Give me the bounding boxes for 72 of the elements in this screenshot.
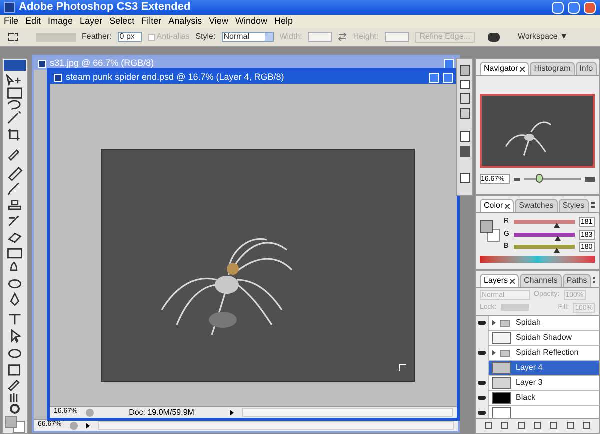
panel-tab[interactable]: Swatches — [515, 199, 558, 212]
close-button[interactable] — [584, 2, 596, 14]
close-icon[interactable] — [505, 204, 510, 208]
panel-tab[interactable]: Histogram — [530, 62, 575, 75]
menu-item[interactable]: Image — [48, 14, 74, 28]
horizontal-scrollbar[interactable] — [98, 421, 454, 430]
panel-tab[interactable]: Color — [480, 199, 514, 212]
workspace-button[interactable]: Workspace ▼ — [518, 33, 568, 41]
style-dropdown[interactable]: Normal — [222, 32, 274, 42]
document-size: Doc: 19.0M/59.9M — [128, 406, 196, 418]
minimize-button[interactable] — [552, 2, 564, 14]
layer-row[interactable]: Spidah Shadow — [476, 331, 599, 346]
crosshair-icon — [399, 364, 406, 371]
expand-arrow-icon[interactable] — [492, 320, 496, 326]
menu-item[interactable]: Filter — [142, 14, 162, 28]
menu-item[interactable]: Edit — [26, 14, 42, 28]
panel-tab[interactable]: Layers — [480, 274, 520, 287]
horizontal-scrollbar[interactable] — [242, 408, 453, 417]
zoom-out-icon[interactable] — [514, 178, 520, 180]
panel-tab[interactable]: Channels — [520, 274, 562, 287]
layer-name: Layer 4 — [516, 362, 543, 374]
panel-tab[interactable]: Styles — [558, 199, 589, 212]
style-label: Style: — [196, 31, 216, 43]
layer-row[interactable]: Black — [476, 391, 599, 406]
menu-item[interactable]: Analysis — [168, 14, 202, 28]
width-label: Width: — [280, 31, 302, 43]
layer-row[interactable]: Layer 4 — [476, 361, 599, 376]
layer-name: Layer 3 — [516, 377, 543, 389]
menu-item[interactable]: Help — [274, 14, 293, 28]
close-icon[interactable] — [510, 278, 516, 284]
marquee-tool-icon[interactable] — [8, 33, 18, 41]
panel-menu-icon[interactable] — [590, 202, 595, 208]
height-label: Height: — [353, 31, 379, 43]
menu-arrow-icon[interactable] — [230, 410, 234, 416]
panel-tab[interactable]: Navigator — [480, 62, 530, 75]
color-ramp[interactable] — [480, 256, 595, 262]
eye-icon[interactable] — [478, 351, 486, 355]
menu-item[interactable]: Layer — [80, 14, 103, 28]
maximize-button[interactable] — [443, 72, 453, 82]
window-title: Adobe Photoshop CS3 Extended — [19, 0, 191, 16]
eye-icon[interactable] — [478, 321, 486, 325]
swap-icon[interactable] — [338, 33, 348, 41]
document-title: s31.jpg @ 66.7% (RGB/8) — [50, 56, 154, 70]
layer-name: Black — [516, 392, 536, 404]
panel-tab[interactable]: Paths — [562, 274, 592, 287]
slider-thumb[interactable] — [536, 174, 544, 183]
menu-item[interactable]: View — [209, 14, 228, 28]
color-swatches-icon[interactable] — [5, 416, 25, 433]
maximize-button[interactable] — [568, 2, 580, 14]
panel-tab[interactable]: Info — [576, 62, 598, 75]
eye-icon[interactable] — [478, 396, 486, 400]
eye-icon[interactable] — [478, 381, 486, 385]
slider-thumb[interactable] — [554, 223, 560, 228]
eye-icon[interactable] — [478, 411, 486, 415]
layer-row[interactable]: Spidah — [476, 316, 599, 331]
zoom-in-icon[interactable] — [585, 176, 595, 182]
menu-item[interactable]: File — [4, 14, 19, 28]
menu-item[interactable]: Window — [235, 14, 268, 28]
layer-row[interactable]: Layer 3 — [476, 376, 599, 391]
expand-arrow-icon[interactable] — [492, 350, 496, 356]
feather-label: Feather: — [82, 31, 112, 43]
height-field[interactable] — [384, 32, 409, 42]
close-icon[interactable] — [520, 66, 526, 72]
layer-name: Spidah — [516, 317, 541, 329]
zoom-icon[interactable] — [10, 404, 20, 414]
width-field[interactable] — [308, 32, 332, 42]
layer-name: Spidah Reflection — [516, 347, 579, 359]
document-title: steam punk spider end.psd @ 16.7% (Layer 4, RGB/8) — [66, 70, 284, 84]
layer-name: Spidah Shadow — [516, 332, 572, 344]
feather-field[interactable]: 0 px — [118, 32, 142, 42]
color-swatches-icon[interactable] — [480, 220, 500, 242]
menu-item[interactable]: Select — [110, 14, 135, 28]
